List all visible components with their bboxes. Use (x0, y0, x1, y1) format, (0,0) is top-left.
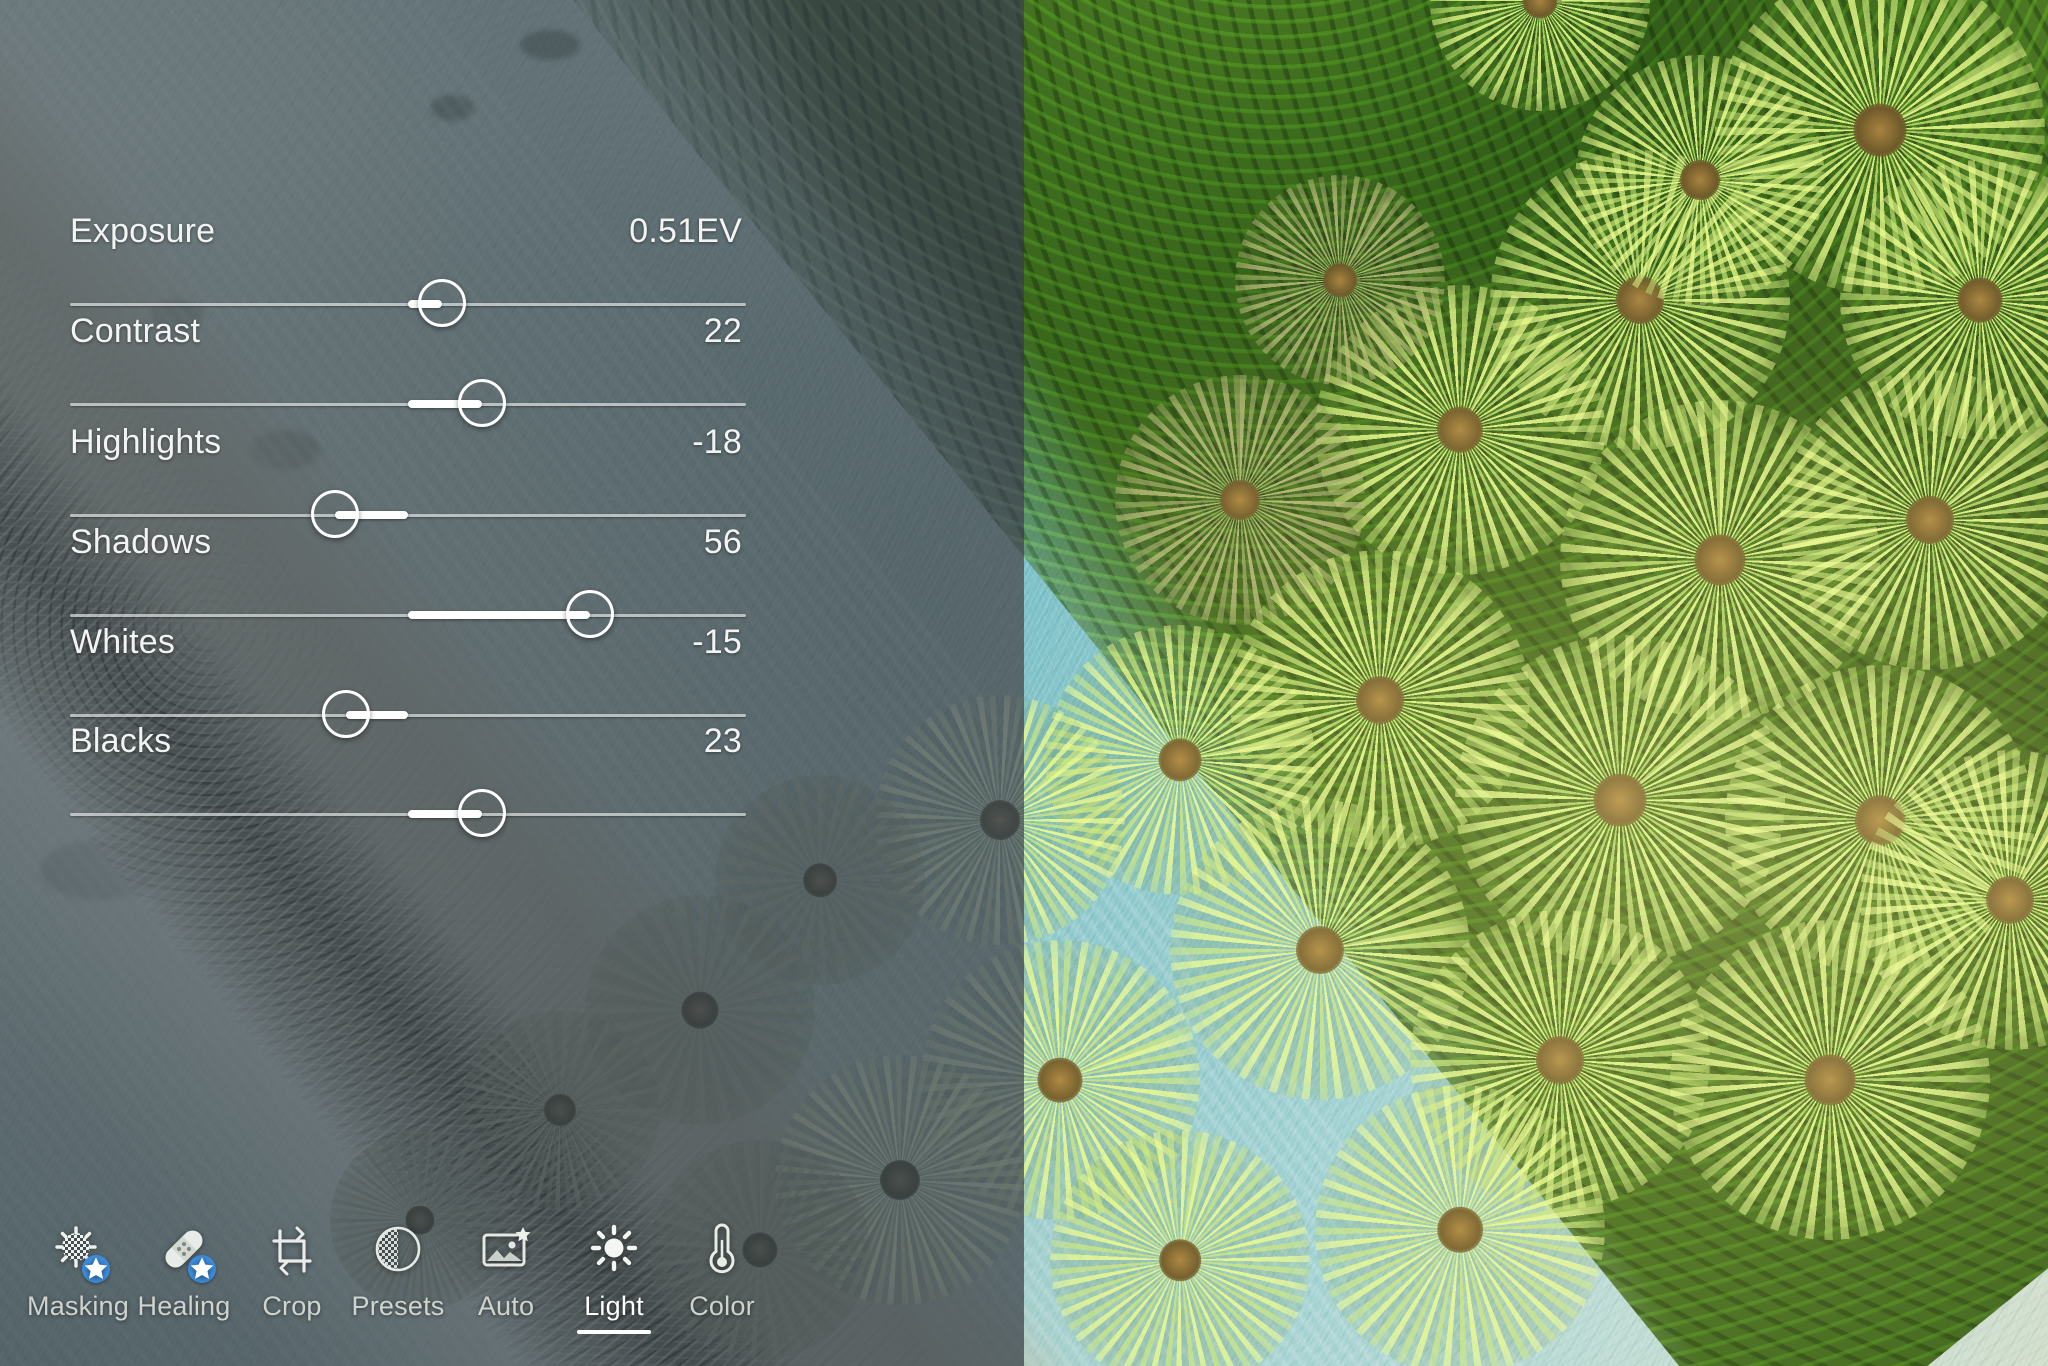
slider-track-area[interactable] (70, 784, 746, 844)
premium-star-badge (188, 1255, 216, 1283)
slider-value: -15 (692, 623, 742, 661)
slider-label: Exposure (70, 212, 216, 250)
slider-value: 22 (703, 312, 742, 350)
light-adjustment-panel: Exposure 0.51EV Contrast 22 Highlights -… (0, 0, 1024, 1366)
slider-handle[interactable] (458, 379, 506, 427)
slider-label: Whites (70, 623, 176, 661)
premium-star-badge (82, 1255, 110, 1283)
tool-color[interactable]: Color (656, 1202, 788, 1322)
slider-track[interactable] (70, 714, 746, 717)
slider-header: Contrast 22 (70, 312, 1024, 352)
slider-label: Blacks (70, 722, 172, 760)
tool-label: Healing (137, 1291, 231, 1321)
slider-header: Blacks 23 (70, 722, 1024, 762)
slider-value: -18 (692, 423, 742, 461)
slider-label: Shadows (70, 523, 212, 561)
tool-label: Masking (27, 1291, 129, 1321)
slider-fill (408, 611, 590, 619)
light-icon (586, 1223, 642, 1279)
slider-header: Whites -15 (70, 623, 1024, 663)
color-icon (694, 1223, 750, 1279)
slider-label: Contrast (70, 312, 201, 350)
slider-header: Highlights -18 (70, 423, 1024, 463)
tool-label: Light (584, 1291, 644, 1321)
slider-value: 23 (703, 722, 742, 760)
auto-icon (478, 1223, 534, 1279)
slider-value: 0.51EV (629, 212, 742, 250)
slider-label: Highlights (70, 423, 222, 461)
slider-track[interactable] (70, 514, 746, 517)
active-tab-underline (577, 1330, 651, 1334)
tool-label: Crop (262, 1291, 322, 1321)
slider-blacks[interactable]: Blacks 23 (0, 722, 1024, 852)
slider-value: 56 (703, 523, 742, 561)
slider-header: Shadows 56 (70, 523, 1024, 563)
presets-icon (370, 1223, 426, 1279)
healing-icon (156, 1223, 216, 1283)
editor-screen: Exposure 0.51EV Contrast 22 Highlights -… (0, 0, 2048, 1366)
editor-toolbar: Masking Healing Crop Presets Auto Light … (0, 1202, 1024, 1334)
masking-icon (50, 1223, 110, 1283)
crop-icon (264, 1223, 320, 1279)
tool-label: Auto (477, 1291, 535, 1321)
tool-label: Color (689, 1291, 755, 1321)
tool-label: Presets (351, 1291, 445, 1321)
slider-header: Exposure 0.51EV (70, 212, 1024, 252)
slider-handle[interactable] (458, 789, 506, 837)
